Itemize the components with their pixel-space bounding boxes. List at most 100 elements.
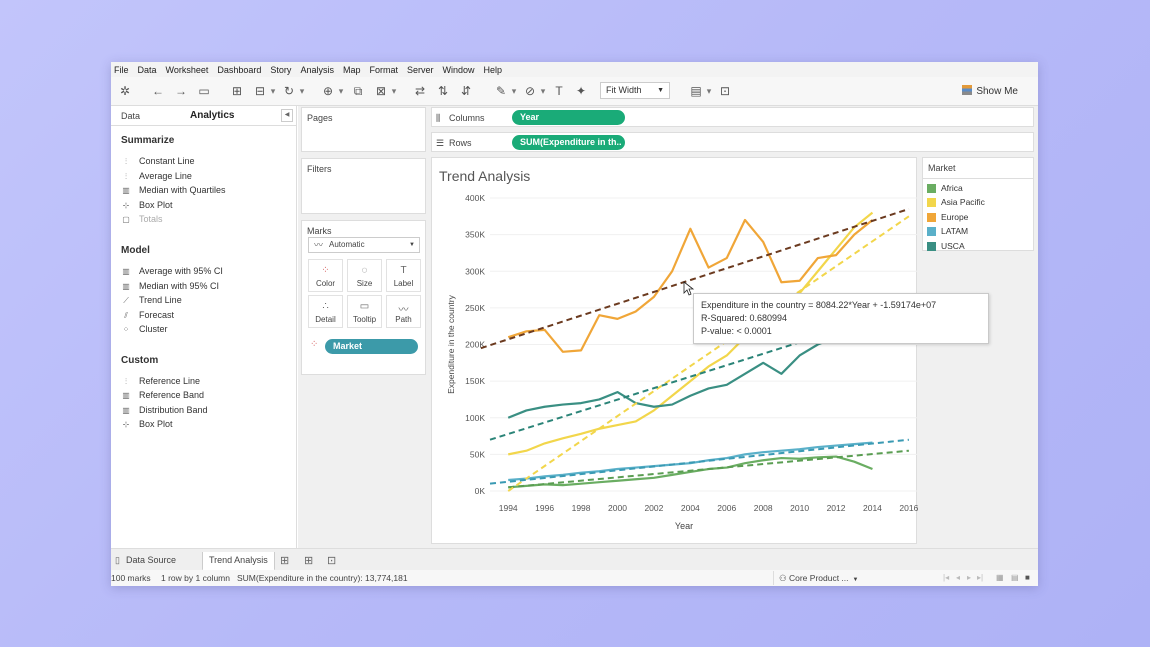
size-button[interactable]: ◌ Size [347, 259, 382, 292]
tab-data[interactable]: Data [121, 111, 140, 121]
sort-descending-icon[interactable]: ⇵ [459, 84, 473, 98]
year-pill[interactable]: Year [512, 110, 625, 125]
expenditure-pill[interactable]: SUM(Expenditure in th.. [512, 135, 625, 150]
clear-icon[interactable]: ⊠ [374, 84, 388, 98]
nav-last-icon[interactable]: ▸| [977, 573, 983, 582]
analytics-item-median-ci[interactable]: ▥ Median with 95% CI [121, 281, 219, 291]
rows-icon: ☰ [436, 138, 445, 148]
color-label: Color [315, 279, 336, 288]
trend-tooltip: Expenditure in the country = 8084.22*Yea… [693, 293, 989, 344]
menu-story[interactable]: Story [270, 65, 291, 75]
item-label: Trend Line [139, 295, 182, 305]
new-worksheet-icon[interactable]: ⊕ [321, 84, 335, 98]
save-icon[interactable]: ▭ [197, 84, 211, 98]
menu-file[interactable]: File [114, 65, 129, 75]
user-menu[interactable]: ⚇ Core Product ... ▼ [773, 571, 863, 585]
analytics-item-constant-line[interactable]: ⫶ Constant Line [121, 156, 195, 166]
analytics-item-reference-band[interactable]: ▥ Reference Band [121, 390, 204, 400]
analytics-item-forecast[interactable]: ⫽ Forecast [121, 310, 174, 320]
path-button[interactable]: 〰 Path [386, 295, 421, 328]
trend-chart[interactable]: 0K50K100K150K200K250K300K350K400K1994 199… [432, 158, 918, 545]
new-datasource-icon[interactable]: ⊞ [230, 84, 244, 98]
market-pill[interactable]: Market [325, 339, 418, 354]
analytics-item-cluster[interactable]: ⁘ Cluster [121, 324, 168, 334]
new-dashboard-icon[interactable]: ⊞ [304, 554, 313, 567]
tab-analytics[interactable]: Analytics [190, 110, 234, 121]
columns-shelf[interactable]: ⫼ Columns Year [431, 107, 1034, 127]
analytics-item-distribution-band[interactable]: ▥ Distribution Band [121, 405, 207, 415]
nav-next-icon[interactable]: ▸ [967, 573, 971, 582]
analytics-item-totals[interactable]: ▢ Totals [121, 214, 162, 224]
analytics-item-box-plot[interactable]: ⊹ Box Plot [121, 200, 173, 210]
redo-icon[interactable]: → [174, 84, 188, 98]
tooltip-button[interactable]: ▭ Tooltip [347, 295, 382, 328]
duplicate-icon[interactable]: ⧉ [351, 84, 365, 98]
fit-width-select[interactable]: Fit Width ▼ [600, 82, 670, 99]
analytics-item-median-quartiles[interactable]: ▥ Median with Quartiles [121, 185, 225, 195]
show-cards-dropdown-icon[interactable]: ▾ [705, 84, 713, 98]
nav-first-icon[interactable]: |◂ [943, 573, 949, 582]
rows-shelf[interactable]: ☰ Rows SUM(Expenditure in th.. [431, 132, 1034, 152]
tab-trend-analysis[interactable]: Trend Analysis [202, 552, 275, 571]
legend-item-asia-pacific[interactable]: Asia Pacific [927, 197, 985, 207]
legend-item-latam[interactable]: LATAM [927, 226, 968, 236]
new-story-icon[interactable]: ⊡ [327, 554, 336, 567]
pause-dropdown-icon[interactable]: ▾ [269, 84, 277, 98]
menu-analysis[interactable]: Analysis [300, 65, 334, 75]
group-dropdown-icon[interactable]: ▾ [539, 84, 547, 98]
tableau-logo-icon[interactable]: ✲ [118, 84, 132, 98]
x-tick-label: 2004 [681, 503, 700, 513]
menu-data[interactable]: Data [138, 65, 157, 75]
menu-window[interactable]: Window [443, 65, 475, 75]
label-icon[interactable]: T [552, 84, 566, 98]
analytics-item-average-line[interactable]: ⫶ Average Line [121, 171, 192, 181]
menu-worksheet[interactable]: Worksheet [166, 65, 209, 75]
filters-card[interactable]: Filters [301, 158, 426, 214]
detail-button[interactable]: ∴ Detail [308, 295, 343, 328]
show-me-button[interactable]: Show Me [962, 85, 1018, 97]
collapse-pane-icon[interactable]: ◀ [281, 109, 293, 122]
menu-map[interactable]: Map [343, 65, 361, 75]
menu-server[interactable]: Server [407, 65, 434, 75]
x-tick-label: 2006 [717, 503, 736, 513]
refresh-icon[interactable]: ↻ [282, 84, 296, 98]
pin-icon[interactable]: ✦ [574, 84, 588, 98]
pause-updates-icon[interactable]: ⊟ [253, 84, 267, 98]
sort-ascending-icon[interactable]: ⇅ [436, 84, 450, 98]
tooltip-r-squared: R-Squared: 0.680994 [701, 313, 788, 323]
menu-dashboard[interactable]: Dashboard [217, 65, 261, 75]
mark-type-select[interactable]: 〰 Automatic ▼ [308, 237, 420, 253]
new-worksheet-dropdown-icon[interactable]: ▾ [337, 84, 345, 98]
nav-prev-icon[interactable]: ◂ [956, 573, 960, 582]
clear-dropdown-icon[interactable]: ▾ [390, 84, 398, 98]
legend-item-europe[interactable]: Europe [927, 212, 968, 222]
legend-item-africa[interactable]: Africa [927, 183, 963, 193]
pages-card[interactable]: Pages [301, 107, 426, 152]
refresh-dropdown-icon[interactable]: ▾ [298, 84, 306, 98]
analytics-item-average-ci[interactable]: ▥ Average with 95% CI [121, 266, 223, 276]
label-button[interactable]: T Label [386, 259, 421, 292]
grid-view-icon[interactable]: ▦ [996, 573, 1004, 582]
analytics-item-custom-box-plot[interactable]: ⊹ Box Plot [121, 419, 173, 429]
menu-format[interactable]: Format [369, 65, 398, 75]
tooltip-equation: Expenditure in the country = 8084.22*Yea… [701, 300, 937, 310]
new-worksheet-icon[interactable]: ⊞ [280, 554, 289, 567]
analytics-item-reference-line[interactable]: ⫶ Reference Line [121, 376, 200, 386]
presentation-mode-icon[interactable]: ⊡ [718, 84, 732, 98]
highlight-dropdown-icon[interactable]: ▾ [510, 84, 518, 98]
undo-icon[interactable]: ← [151, 84, 165, 98]
item-label: Average with 95% CI [139, 266, 223, 276]
highlight-icon[interactable]: ✎ [494, 84, 508, 98]
tab-data-source[interactable]: Data Source [120, 552, 182, 571]
show-cards-icon[interactable]: ▤ [689, 84, 703, 98]
color-button[interactable]: ⁘ Color [308, 259, 343, 292]
tab-view-icon[interactable]: ■ [1025, 573, 1030, 582]
viz-area: Trend Analysis 0K 50K 100K 150K 200K 250K 300K… [431, 157, 918, 545]
swap-icon[interactable]: ⇄ [413, 84, 427, 98]
filmstrip-view-icon[interactable]: ▤ [1011, 573, 1019, 582]
legend-item-usca[interactable]: USCA [927, 241, 965, 251]
menu-help[interactable]: Help [484, 65, 503, 75]
group-icon[interactable]: ⊘ [523, 84, 537, 98]
analytics-item-trend-line[interactable]: ⟋ Trend Line [121, 295, 182, 305]
mark-type-label: Automatic [329, 240, 365, 249]
